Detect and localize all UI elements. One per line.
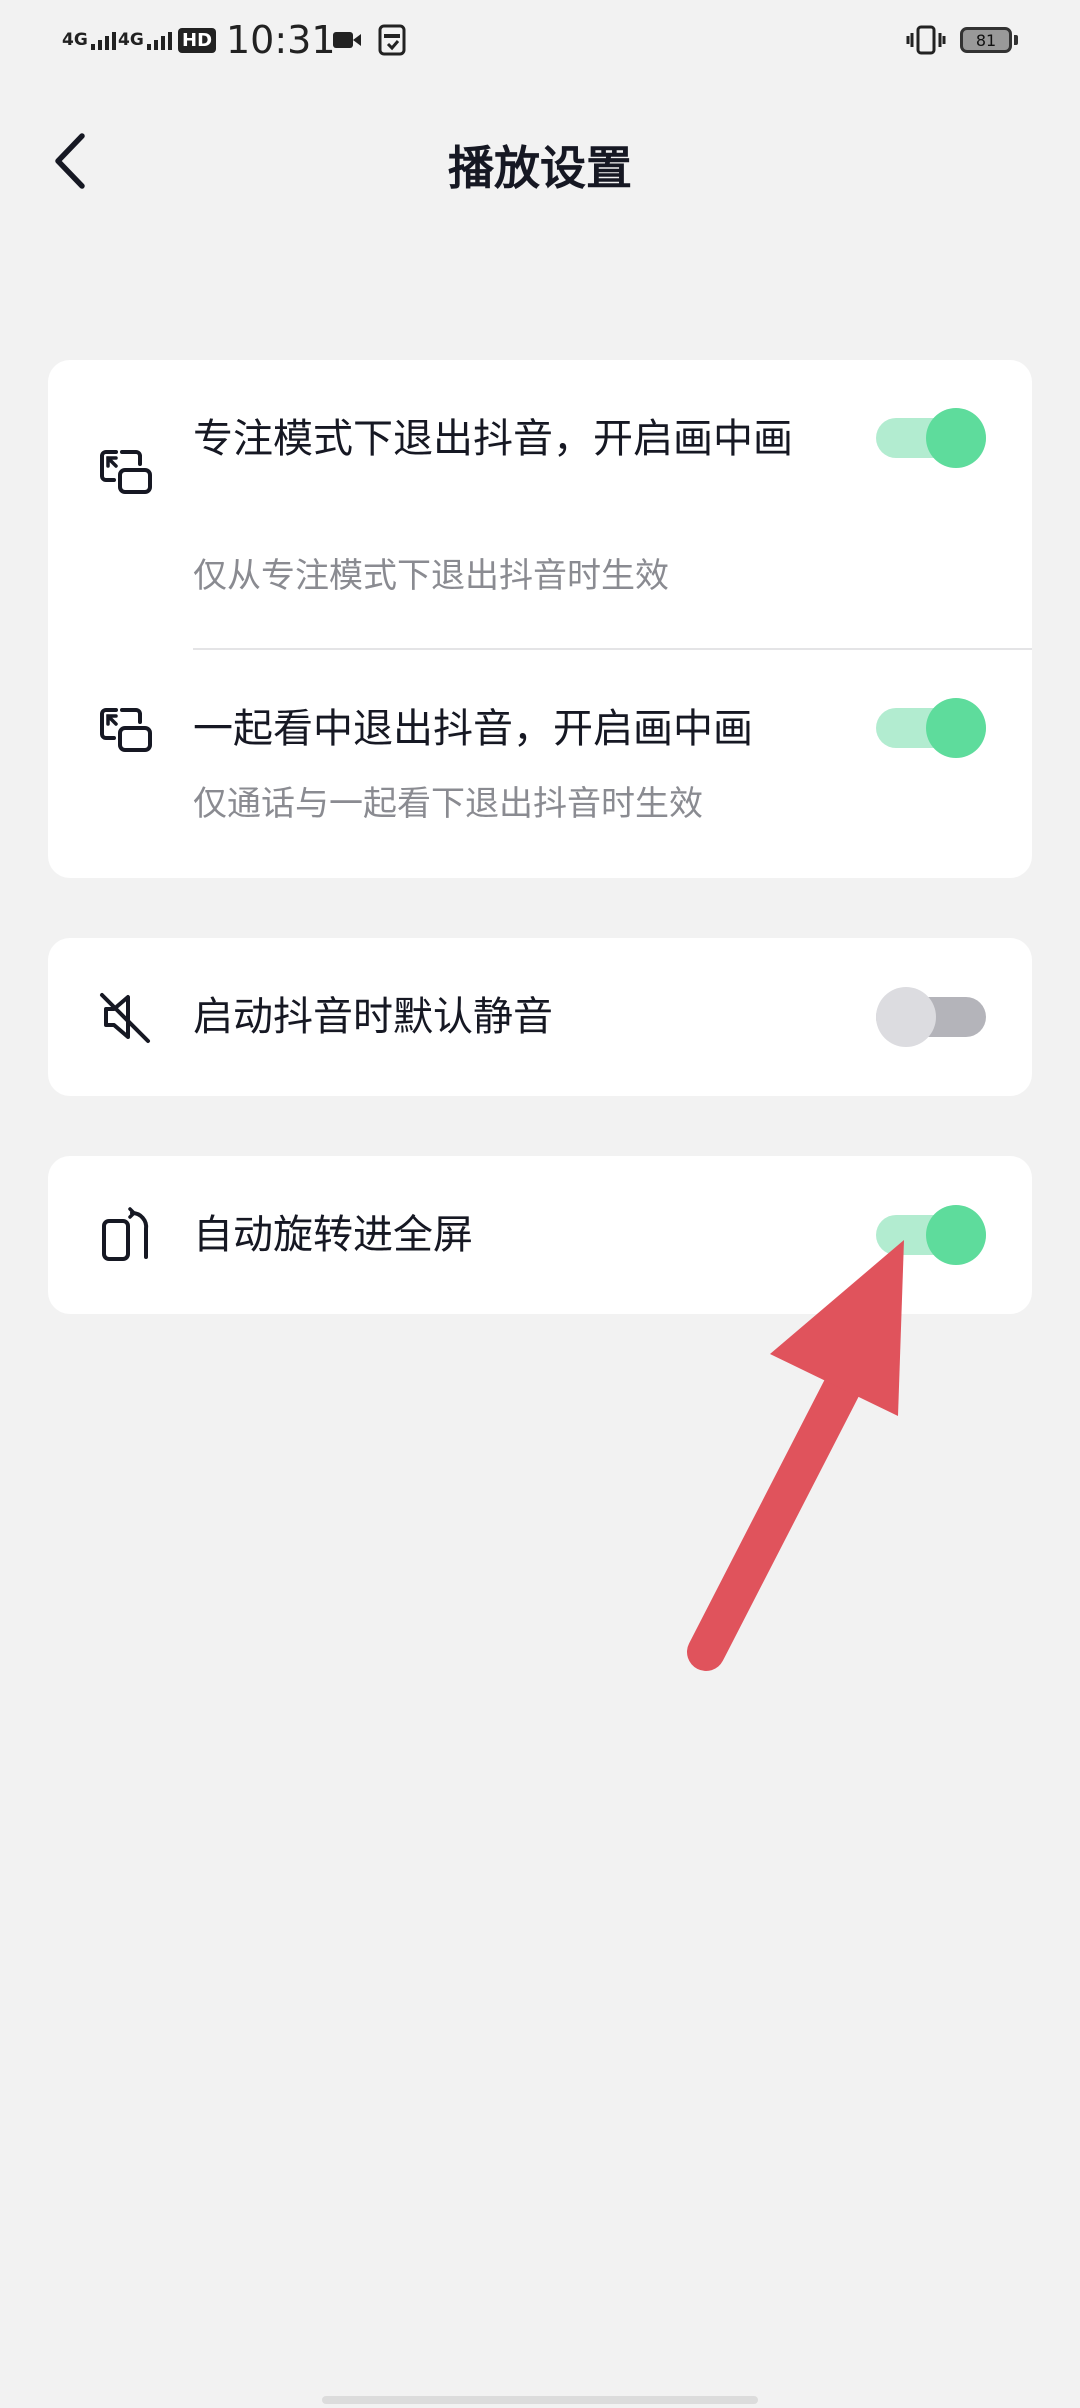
row-subtitle-watch-together-pip: 仅通话与一起看下退出抖音时生效 [193, 784, 703, 824]
mute-icon [96, 987, 156, 1047]
page-title: 播放设置 [448, 141, 632, 195]
toggle-focus-pip[interactable] [876, 408, 986, 468]
signal-2: 4G [118, 18, 172, 62]
row-title-default-mute: 启动抖音时默认静音 [193, 994, 553, 1040]
battery-icon: 81 [960, 18, 1018, 62]
signal-bars-icon [90, 30, 116, 50]
rotate-settings-card: 自动旋转进全屏 [48, 1156, 1032, 1314]
card-icon [378, 18, 406, 62]
picture-in-picture-icon [96, 700, 156, 760]
hd-label: HD [178, 27, 217, 53]
signal-bars-icon [146, 30, 172, 50]
battery-level: 81 [960, 27, 1012, 53]
pip-settings-card: 专注模式下退出抖音，开启画中画 仅从专注模式下退出抖音时生效 一起看中退出抖音，… [48, 360, 1032, 878]
vibrate-icon [906, 18, 946, 62]
clock: 10:31 [226, 18, 336, 62]
network-type-2: 4G [118, 29, 144, 50]
hd-badge: HD [178, 18, 217, 62]
video-record-icon [332, 18, 362, 62]
row-title-auto-rotate: 自动旋转进全屏 [193, 1212, 473, 1258]
rotate-icon [96, 1205, 156, 1265]
divider [193, 648, 1032, 650]
picture-in-picture-icon [96, 442, 156, 502]
row-subtitle-focus-pip: 仅从专注模式下退出抖音时生效 [193, 556, 669, 596]
status-time: 10:31 [226, 18, 336, 62]
toggle-watch-together-pip[interactable] [876, 698, 986, 758]
row-title-focus-pip: 专注模式下退出抖音，开启画中画 [193, 416, 793, 462]
status-bar: 4G 4G HD 10:31 81 [0, 0, 1080, 84]
network-type-1: 4G [62, 29, 88, 50]
home-indicator[interactable] [322, 2396, 758, 2404]
mute-settings-card: 启动抖音时默认静音 [48, 938, 1032, 1096]
signal-1: 4G [62, 18, 116, 62]
row-title-watch-together-pip: 一起看中退出抖音，开启画中画 [193, 706, 753, 752]
toggle-auto-rotate[interactable] [876, 1205, 986, 1265]
toggle-default-mute[interactable] [876, 987, 986, 1047]
